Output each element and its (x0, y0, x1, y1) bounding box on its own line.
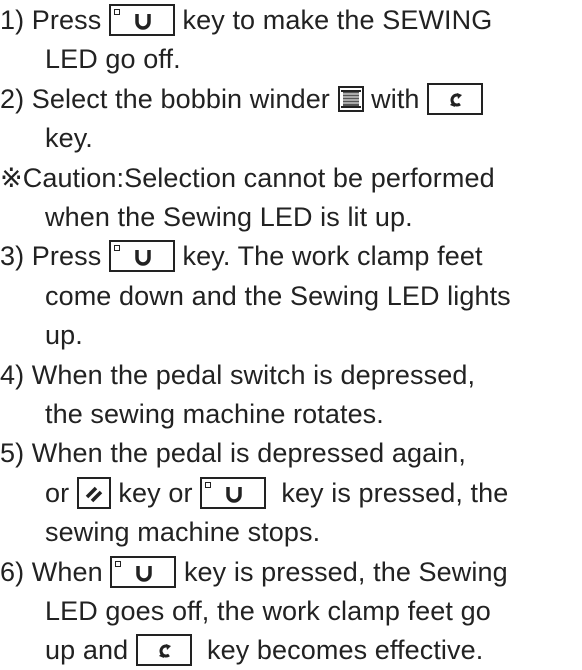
step-3-post: key. The work clamp feet (174, 241, 483, 271)
step-3-line-1: 3) Press key. The work clamp feet (0, 236, 483, 276)
step-1-line-2: LED go off. (45, 44, 181, 74)
step-3-line-3: up. (45, 320, 83, 350)
step-5-line-3: sewing machine stops. (45, 517, 321, 547)
step-5-line-1: 5) When the pedal is depressed again, (0, 438, 466, 468)
step-2-mid: with (363, 84, 428, 114)
step-1-pre: 1) Press (0, 5, 109, 35)
step-2-line-1: 2) Select the bobbin winder with (0, 79, 484, 119)
step-3-line-2: come down and the Sewing LED lights (45, 281, 511, 311)
step-1-line-1: 1) Press key to make the SEWING (0, 0, 492, 40)
step-5-mid: key or (110, 478, 201, 508)
step-5-post: key is pressed, the (266, 478, 509, 508)
step-6-post: key is pressed, the Sewing (176, 557, 508, 587)
step-1-post: key to make the SEWING (174, 5, 493, 35)
step-4-line-2: the sewing machine rotates. (45, 399, 384, 429)
step-3-pre: 3) Press (0, 241, 109, 271)
step-6-line-3: up and key becomes effective. (45, 630, 483, 670)
caution-line-1: ※Caution:Selection cannot be performed (0, 163, 495, 193)
bobbin-icon (337, 85, 364, 112)
step-5-pre: or (45, 478, 77, 508)
step-2-line-2: key. (45, 123, 93, 153)
step-6-pre: 6) When (0, 557, 111, 587)
step-6-line-2: LED goes off, the work clamp feet go (45, 596, 491, 626)
step-6-pre2: up and (45, 635, 136, 665)
step-4-line-1: 4) When the pedal switch is depressed, (0, 360, 476, 390)
caution-line-2: when the Sewing LED is lit up. (45, 202, 413, 232)
step-2-pre: 2) Select the bobbin winder (0, 84, 338, 114)
winder-key-icon (135, 633, 192, 666)
winder-key-icon (427, 82, 484, 115)
instruction-page: 1) Press key to make the SEWING LED go o… (0, 0, 582, 666)
step-6-line-1: 6) When key is pressed, the Sewing (0, 552, 508, 592)
step-6-post2: key becomes effective. (191, 635, 484, 665)
ready-key-icon (110, 555, 177, 588)
thread-clamp-key-icon (76, 476, 111, 509)
step-5-line-2: or key or key is pressed, the (45, 473, 508, 513)
ready-key-icon (108, 3, 175, 36)
ready-key-icon (200, 476, 267, 509)
ready-key-icon (108, 239, 175, 272)
